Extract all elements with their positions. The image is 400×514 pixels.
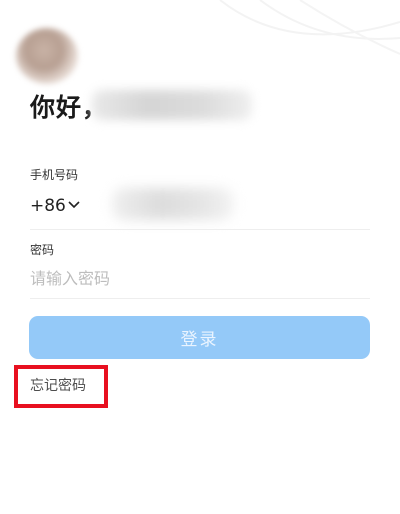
forgot-password-link[interactable]: 忘记密码	[30, 375, 86, 395]
phone-number-redacted[interactable]	[112, 188, 234, 220]
phone-label: 手机号码	[30, 168, 79, 182]
password-input[interactable]	[30, 264, 370, 292]
password-divider	[30, 298, 370, 299]
background-swirl-decoration	[219, 0, 400, 55]
chevron-down-icon[interactable]	[67, 198, 81, 212]
country-code-selector[interactable]: +86	[30, 196, 66, 216]
user-avatar-icon	[16, 28, 78, 84]
username-redacted	[92, 90, 252, 120]
phone-divider	[30, 229, 370, 230]
login-button[interactable]: 登录	[29, 316, 370, 359]
password-label: 密码	[30, 243, 55, 257]
